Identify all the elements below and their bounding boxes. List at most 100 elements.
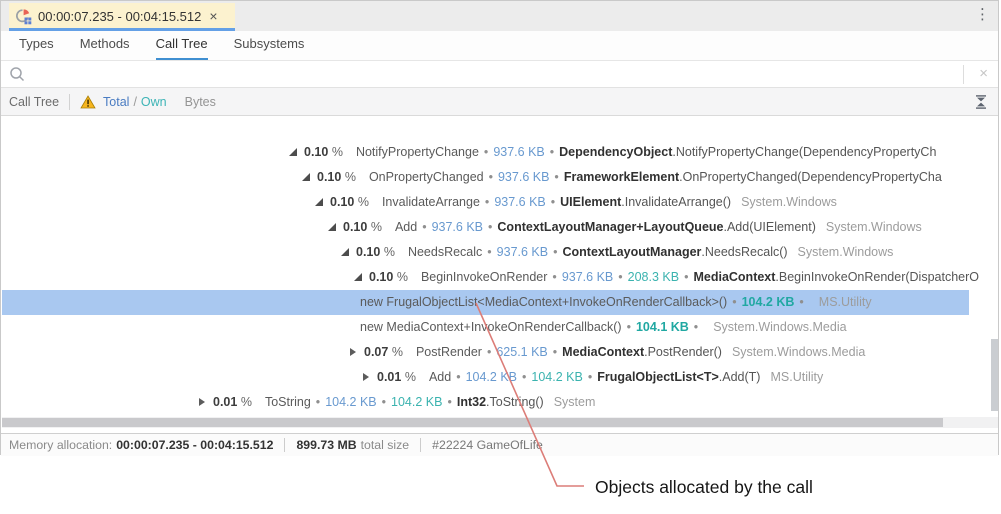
horizontal-scrollbar-thumb[interactable] (2, 418, 943, 427)
call-tree-row[interactable]: new MediaContext+InvokeOnRenderCallback(… (2, 315, 998, 340)
separator-dot: • (485, 195, 489, 209)
status-total-size-label: total size (361, 438, 410, 452)
tab-title: 00:00:07.235 - 00:04:15.512 (38, 9, 201, 24)
call-tree-row[interactable]: 0.10 %NeedsRecalc•937.6 KB•ContextLayout… (2, 240, 998, 265)
separator-dot: • (316, 395, 320, 409)
status-time-range: 00:00:07.235 - 00:04:15.512 (116, 438, 273, 452)
percent-value: 0.01 (377, 370, 401, 384)
view-tabs: Types Methods Call Tree Subsystems (1, 31, 998, 60)
call-tree-row[interactable]: 0.10 %InvalidateArrange•937.6 KB•UIEleme… (2, 190, 998, 215)
total-bytes: 104.2 KB (325, 395, 376, 409)
call-tree-row[interactable]: 0.01 %Add•104.2 KB•104.2 KB•FrugalObject… (2, 365, 998, 390)
tab-call-tree[interactable]: Call Tree (156, 36, 208, 60)
method-signature: .Add(T) (719, 370, 761, 384)
percent-value: 0.10 (304, 145, 328, 159)
separator-dot: • (484, 145, 488, 159)
percent-sign: % (393, 270, 408, 284)
collapse-all-icon[interactable] (973, 94, 989, 113)
separator-dot: • (799, 295, 803, 309)
declaring-type: ContextLayoutManager+LayoutQueue (497, 220, 723, 234)
tree-header-row: Call Tree Total / Own Bytes (1, 88, 998, 116)
method-signature: .NotifyPropertyChange(DependencyProperty… (672, 145, 936, 159)
own-bytes: 104.2 KB (742, 295, 795, 309)
call-tree-row[interactable]: 0.01 %ToString•104.2 KB•104.2 KB•Int32.T… (2, 390, 998, 415)
method-short-name: NeedsRecalc (408, 245, 482, 259)
total-bytes: 104.2 KB (466, 370, 517, 384)
annotation-label: Objects allocated by the call (595, 477, 813, 498)
call-tree-row[interactable]: 0.10 %BeginInvokeOnRender•937.6 KB•208.3… (2, 265, 998, 290)
percent-value: 0.10 (330, 195, 354, 209)
vertical-scrollbar-thumb[interactable] (991, 339, 998, 411)
own-bytes: 104.2 KB (391, 395, 442, 409)
warning-icon (80, 95, 96, 109)
tab-subsystems[interactable]: Subsystems (234, 36, 305, 60)
status-divider (284, 438, 285, 452)
declaring-type: ContextLayoutManager (563, 245, 702, 259)
separator-dot: • (552, 270, 556, 284)
expand-arrow-icon[interactable] (354, 273, 362, 281)
percent-sign: % (341, 170, 356, 184)
call-tree-row[interactable]: 0.07 %PostRender•625.1 KB•MediaContext.P… (2, 340, 998, 365)
snapshot-tab[interactable]: 00:00:07.235 - 00:04:15.512 × (9, 3, 235, 29)
separator-dot: • (488, 220, 492, 234)
status-memory-allocation-label: Memory allocation: (9, 438, 112, 452)
kebab-menu-icon[interactable]: ⋮ (975, 5, 990, 25)
tab-types[interactable]: Types (19, 36, 54, 60)
method-short-name: InvalidateArrange (382, 195, 480, 209)
collapse-arrow-icon[interactable] (350, 348, 356, 356)
call-tree-row[interactable]: 0.10 %NotifyPropertyChange•937.6 KB•Depe… (2, 140, 998, 165)
units-bytes-label[interactable]: Bytes (185, 95, 216, 109)
separator-dot: • (487, 245, 491, 259)
namespace: MS.Utility (819, 295, 872, 309)
separator-dot: • (550, 145, 554, 159)
namespace: System.Windows (798, 245, 894, 259)
percent-value: 0.01 (213, 395, 237, 409)
method-signature: .BeginInvokeOnRender(DispatcherO (775, 270, 979, 284)
expand-arrow-icon[interactable] (315, 198, 323, 206)
status-bar: Memory allocation: 00:00:07.235 - 00:04:… (1, 433, 998, 456)
status-divider (420, 438, 421, 452)
separator-dot: • (382, 395, 386, 409)
expand-arrow-icon[interactable] (328, 223, 336, 231)
method-signature: .ToString() (486, 395, 544, 409)
expand-arrow-icon[interactable] (302, 173, 310, 181)
total-bytes: 937.6 KB (493, 145, 544, 159)
collapse-arrow-icon[interactable] (199, 398, 205, 406)
total-bytes: 937.6 KB (497, 245, 548, 259)
own-bytes: 104.2 KB (531, 370, 582, 384)
method-short-name: OnPropertyChanged (369, 170, 484, 184)
call-tree-row[interactable]: 0.10 %Add•937.6 KB•ContextLayoutManager+… (2, 215, 998, 240)
namespace: System.Windows (826, 220, 922, 234)
horizontal-scrollbar[interactable] (2, 417, 998, 428)
collapse-arrow-icon[interactable] (363, 373, 369, 381)
total-bytes: 625.1 KB (496, 345, 547, 359)
total-bytes: 937.6 KB (494, 195, 545, 209)
separator-dot: • (447, 395, 451, 409)
separator-dot: • (456, 370, 460, 384)
sort-by-own[interactable]: Own (141, 95, 167, 109)
clear-search-icon[interactable]: × (979, 65, 988, 82)
total-bytes: 937.6 KB (432, 220, 483, 234)
call-tree-row[interactable]: new FrugalObjectList<MediaContext+Invoke… (2, 290, 969, 315)
search-input[interactable] (31, 63, 955, 87)
separator-dot: • (627, 320, 631, 334)
expand-arrow-icon[interactable] (341, 248, 349, 256)
call-tree-row[interactable]: 0.10 %OnPropertyChanged•937.6 KB•Framewo… (2, 165, 998, 190)
status-snapshot-name: #22224 GameOfLife (432, 438, 543, 452)
total-bytes: 937.6 KB (562, 270, 613, 284)
close-tab-icon[interactable]: × (209, 9, 217, 23)
declaring-type: MediaContext (562, 345, 644, 359)
separator-dot: • (551, 195, 555, 209)
percent-value: 0.10 (356, 245, 380, 259)
percent-sign: % (354, 195, 369, 209)
memory-snapshot-icon (15, 8, 33, 25)
expand-arrow-icon[interactable] (289, 148, 297, 156)
sort-by-total[interactable]: Total (103, 95, 129, 109)
method-signature: .OnPropertyChanged(DependencyPropertyCha (679, 170, 942, 184)
method-signature: .NeedsRecalc() (701, 245, 787, 259)
tab-methods[interactable]: Methods (80, 36, 130, 60)
search-bar: × (1, 60, 998, 88)
declaring-type: Int32 (457, 395, 486, 409)
percent-sign: % (237, 395, 252, 409)
method-short-name: new FrugalObjectList<MediaContext+Invoke… (360, 295, 727, 309)
